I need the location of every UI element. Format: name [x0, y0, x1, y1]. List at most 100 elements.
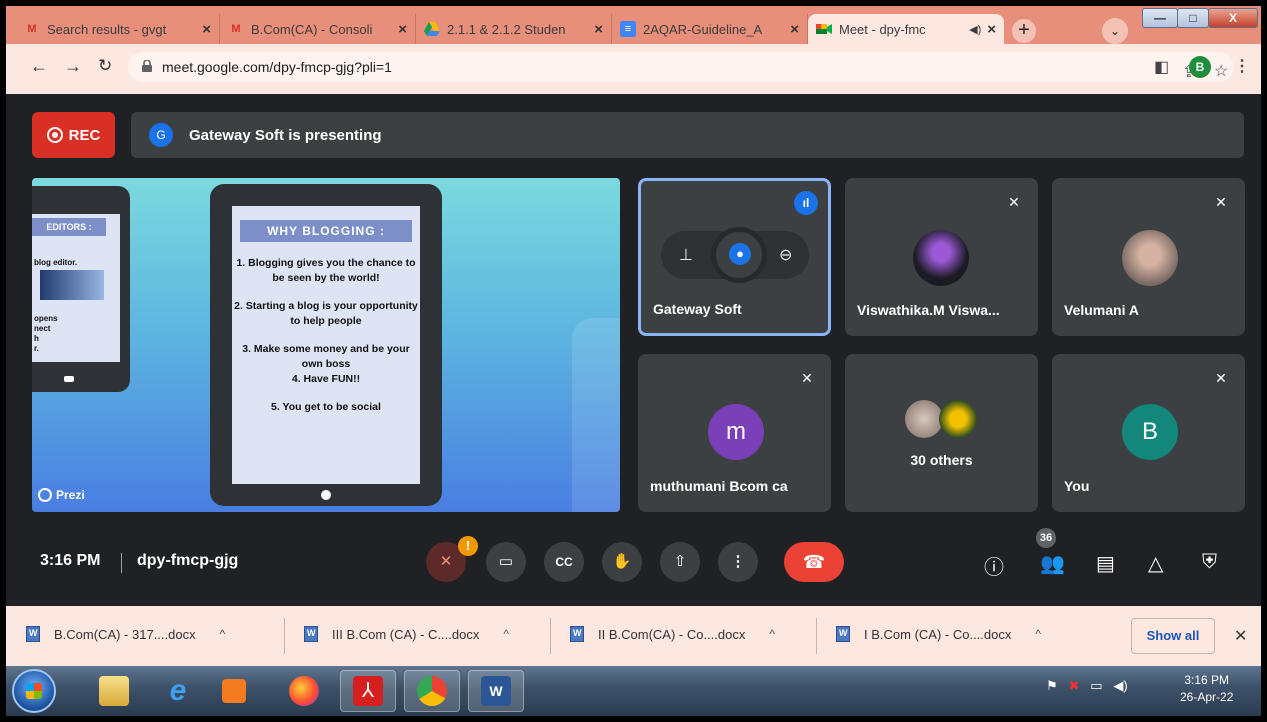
close-icon[interactable]: × [987, 21, 996, 38]
tab-drive[interactable]: 2.1.1 & 2.1.2 Studen × [416, 14, 612, 44]
taskbar-word[interactable]: W [468, 670, 524, 712]
download-filename: B.Com(CA) - 317....docx [54, 626, 196, 642]
taskbar-clock[interactable]: 3:16 PM 26-Apr-22 [1180, 672, 1233, 706]
download-item[interactable]: B.Com(CA) - 317....docx ^ [26, 626, 225, 642]
participant-tile-viswathika[interactable]: ✕ Viswathika.M Viswa... [845, 178, 1038, 336]
captions-icon: CC [555, 555, 573, 569]
back-arrow-icon[interactable]: ← [30, 56, 48, 77]
tab-search-chevron-icon[interactable]: ⌄ [1102, 18, 1128, 44]
downloads-shelf: B.Com(CA) - 317....docx ^ III B.Com (CA)… [6, 606, 1261, 666]
taskbar-media[interactable] [206, 670, 262, 712]
show-all-button[interactable]: Show all [1131, 618, 1215, 654]
divider [284, 618, 285, 654]
close-icon[interactable]: × [202, 21, 211, 38]
captions-button[interactable]: CC [544, 542, 584, 582]
presentation-view[interactable]: EDITORS : blog editor. opens nect h r. W… [32, 178, 620, 512]
slide-left-heading: EDITORS : [32, 218, 106, 236]
word-file-icon [570, 626, 584, 642]
taskbar-firefox[interactable] [276, 670, 332, 712]
participant-name: muthumani Bcom ca [650, 478, 788, 494]
reload-icon[interactable]: ↻ [98, 56, 112, 76]
word-file-icon [304, 626, 318, 642]
participant-tile-velumani[interactable]: ✕ Velumani A [1052, 178, 1245, 336]
camera-button[interactable]: ▭ [486, 542, 526, 582]
flag-icon[interactable]: ⚑ [1046, 678, 1058, 693]
tab-docs[interactable]: ≡ 2AQAR-Guideline_A × [612, 14, 808, 44]
participant-name: 30 others [910, 452, 973, 468]
word-file-icon [26, 626, 40, 642]
profile-avatar[interactable]: B [1189, 56, 1211, 78]
download-item[interactable]: II B.Com(CA) - Co....docx ^ [570, 626, 775, 642]
taskbar-acrobat[interactable]: ⅄ [340, 670, 396, 712]
speaker-icon[interactable]: ◀) [969, 23, 981, 36]
maximize-button[interactable]: □ [1177, 8, 1209, 28]
network-icon[interactable]: ▭ [1090, 678, 1102, 693]
participant-tile-others[interactable]: 30 others [845, 354, 1038, 512]
leave-call-button[interactable]: ☎ [784, 542, 844, 582]
close-icon[interactable]: ✕ [1234, 626, 1247, 646]
avatar: B [1122, 404, 1178, 460]
divider [550, 618, 551, 654]
speaking-indicator-icon: ıl [794, 191, 818, 215]
download-item[interactable]: III B.Com (CA) - C....docx ^ [304, 626, 509, 642]
meeting-code: dpy-fmcp-gjg [137, 552, 239, 569]
menu-kebab-icon[interactable]: ⋮ [1234, 56, 1250, 76]
taskbar-ie[interactable]: e [150, 670, 206, 712]
meeting-time: 3:16 PM [40, 552, 101, 569]
volume-icon[interactable]: ◀) [1113, 678, 1127, 693]
mute-participant-button[interactable]: ● [711, 227, 767, 283]
slide-tablet-main: WHY BLOGGING : 1. Blogging gives you the… [210, 184, 442, 506]
chevron-up-icon[interactable]: ^ [1035, 627, 1041, 641]
chat-icon[interactable]: ▤ [1096, 551, 1115, 576]
new-tab-button[interactable]: + [1012, 19, 1036, 43]
tab-strip: M Search results - gvgt × M B.Com(CA) - … [6, 6, 1261, 44]
close-icon[interactable]: × [790, 21, 799, 38]
pin-icon[interactable]: ⊥ [679, 245, 693, 265]
address-bar[interactable]: meet.google.com/dpy-fmcp-gjg?pli=1 ⇪ ☆ [128, 52, 1234, 82]
system-tray: ⚑ ✖ ▭ ◀) [1046, 678, 1128, 694]
participant-tile-muthumani[interactable]: ✕ m muthumani Bcom ca [638, 354, 831, 512]
close-icon[interactable]: × [398, 21, 407, 38]
remove-icon[interactable]: ⊖ [779, 245, 792, 265]
close-icon[interactable]: × [594, 21, 603, 38]
present-button[interactable]: ⇧ [660, 542, 700, 582]
minimize-button[interactable]: — [1142, 8, 1178, 28]
mic-warning-badge[interactable]: ! [458, 536, 478, 556]
chevron-up-icon[interactable]: ^ [769, 627, 775, 641]
recording-indicator[interactable]: REC [32, 112, 115, 158]
tab-gmail-search[interactable]: M Search results - gvgt × [16, 14, 220, 44]
mic-icon: ● [729, 243, 751, 265]
security-alert-icon[interactable]: ✖ [1069, 678, 1080, 693]
word-file-icon [836, 626, 850, 642]
raise-hand-button[interactable]: ✋ [602, 542, 642, 582]
activities-icon[interactable]: △ [1148, 551, 1163, 576]
bookmark-star-icon[interactable]: ☆ [1214, 57, 1228, 87]
forward-arrow-icon[interactable]: → [64, 56, 82, 77]
host-controls-icon[interactable]: ⛨ [1202, 551, 1217, 574]
meeting-details-icon[interactable]: ⓘ [984, 551, 1004, 580]
chevron-up-icon[interactable]: ^ [220, 627, 226, 641]
clock-time: 3:16 PM [1184, 673, 1230, 687]
taskbar-chrome[interactable] [404, 670, 460, 712]
slide-point: 3. Make some money and be your own boss … [242, 343, 410, 385]
tab-gmail-bcom[interactable]: M B.Com(CA) - Consoli × [220, 14, 416, 44]
participant-name: Viswathika.M Viswa... [857, 302, 1000, 318]
tab-label: Search results - gvgt [47, 21, 167, 37]
side-panel-icon[interactable]: ◧ [1154, 57, 1169, 77]
lock-icon [142, 60, 152, 72]
download-item[interactable]: I B.Com (CA) - Co....docx ^ [836, 626, 1041, 642]
mic-off-icon: ✕ [801, 370, 813, 386]
participant-tile-gateway-soft[interactable]: ıl ⊥ ● ⊖ Gateway Soft [638, 178, 831, 336]
tab-meet[interactable]: Meet - dpy-fmc ◀) × [808, 14, 1004, 44]
taskbar-explorer[interactable] [86, 670, 142, 712]
window-close-button[interactable]: X [1208, 8, 1258, 28]
participant-tile-you[interactable]: ✕ B You [1052, 354, 1245, 512]
word-icon: W [481, 676, 511, 706]
people-icon[interactable]: 👥 [1040, 551, 1065, 576]
start-button[interactable] [12, 669, 56, 713]
slide-left-line: r. [34, 344, 39, 353]
tab-label: 2AQAR-Guideline_A [643, 21, 763, 37]
chevron-up-icon[interactable]: ^ [503, 627, 509, 641]
more-options-button[interactable]: ⋮ [718, 542, 758, 582]
internet-explorer-icon: e [169, 674, 187, 707]
